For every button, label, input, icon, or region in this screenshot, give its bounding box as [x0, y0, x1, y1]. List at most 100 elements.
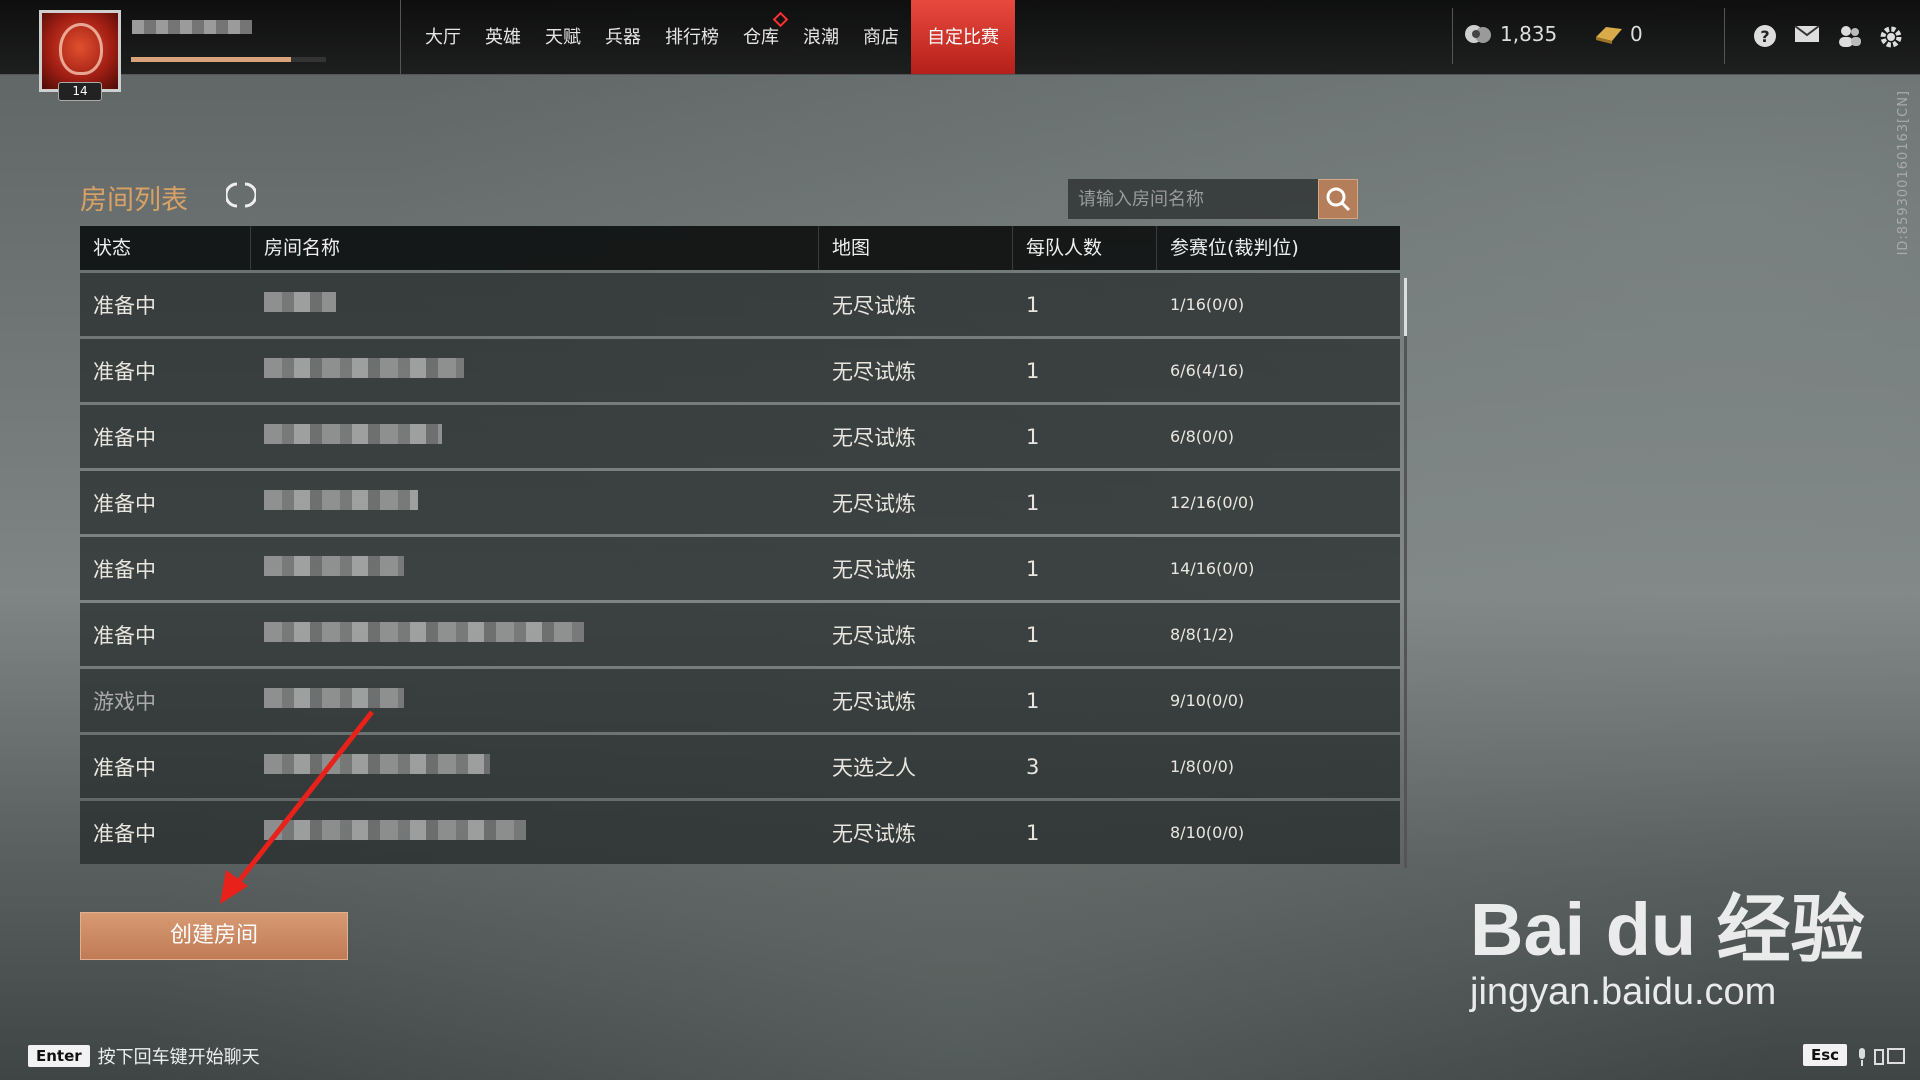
table-scrollbar[interactable] — [1404, 278, 1407, 868]
player-name-blurred — [132, 20, 252, 34]
table-row[interactable]: 准备中 无尽试炼 1 8/10(0/0) — [80, 801, 1400, 864]
table-row[interactable]: 准备中 无尽试炼 1 1/16(0/0) — [80, 273, 1400, 336]
divider — [1452, 8, 1453, 64]
player-id-label: ID:859300160163[CN] — [1896, 90, 1911, 256]
room-status: 准备中 — [93, 359, 156, 384]
table-row[interactable]: 游戏中 无尽试炼 1 9/10(0/0) — [80, 669, 1400, 732]
coin-icon — [1465, 25, 1491, 43]
room-team-size: 1 — [1026, 490, 1040, 515]
room-name — [251, 754, 819, 779]
room-table: 状态 房间名称 地图 每队人数 参赛位(裁判位) 准备中 无尽试炼 1 1/16(0/… — [80, 226, 1400, 864]
room-map: 无尽试炼 — [832, 293, 916, 318]
nav-tab-5[interactable]: 仓库 — [731, 0, 791, 74]
room-name — [251, 688, 819, 713]
room-team-size: 1 — [1026, 622, 1040, 647]
table-row[interactable]: 准备中 无尽试炼 1 6/6(4/16) — [80, 339, 1400, 402]
room-status: 准备中 — [93, 425, 156, 450]
nav-tab-label: 英雄 — [485, 27, 521, 48]
coin-counter: 1,835 — [1464, 22, 1557, 46]
room-name-blurred — [264, 424, 442, 444]
room-name-blurred — [264, 754, 490, 774]
create-room-button[interactable]: 创建房间 — [80, 912, 348, 960]
baidu-watermark: Bai du 经验 jingyan.baidu.com — [1470, 870, 1865, 1014]
room-name — [251, 490, 819, 515]
room-map: 无尽试炼 — [832, 623, 916, 648]
room-search-input[interactable] — [1068, 179, 1308, 219]
nav-tab-6[interactable]: 浪潮 — [791, 0, 851, 74]
xp-bar-fill — [131, 57, 291, 62]
nav-tab-label: 天赋 — [545, 27, 581, 48]
room-status: 准备中 — [93, 491, 156, 516]
player-avatar[interactable] — [39, 10, 121, 92]
room-name-blurred — [264, 556, 404, 576]
svg-text:?: ? — [1760, 27, 1769, 46]
nav-tab-3[interactable]: 兵器 — [593, 0, 653, 74]
column-team-size[interactable]: 每队人数 — [1013, 226, 1157, 270]
room-map: 无尽试炼 — [832, 557, 916, 582]
friends-icon[interactable] — [1836, 24, 1862, 50]
table-row[interactable]: 准备中 无尽试炼 1 12/16(0/0) — [80, 471, 1400, 534]
nav-tab-1[interactable]: 英雄 — [473, 0, 533, 74]
nav-tab-label: 自定比赛 — [927, 27, 999, 48]
baidu-url: jingyan.baidu.com — [1470, 971, 1777, 1013]
top-bar: 14 大厅 英雄 天赋 兵器 排行榜 仓库 浪潮 商店 自定比赛 1,835 0 ? — [0, 0, 1920, 101]
room-name-blurred — [264, 490, 418, 510]
room-map: 无尽试炼 — [832, 425, 916, 450]
room-search — [1068, 179, 1358, 219]
room-name — [251, 292, 819, 317]
room-map: 无尽试炼 — [832, 689, 916, 714]
window-icon — [1874, 1049, 1884, 1065]
gold-counter: 0 — [1594, 22, 1643, 46]
room-team-size: 1 — [1026, 556, 1040, 581]
room-map: 无尽试炼 — [832, 821, 916, 846]
room-slots: 8/8(1/2) — [1170, 625, 1234, 644]
column-status[interactable]: 状态 — [80, 226, 251, 270]
table-row[interactable]: 准备中 无尽试炼 1 6/8(0/0) — [80, 405, 1400, 468]
column-room-name[interactable]: 房间名称 — [251, 226, 819, 270]
column-slots[interactable]: 参赛位(裁判位) — [1157, 226, 1400, 270]
microphone-icon — [1859, 1048, 1865, 1059]
room-map: 无尽试炼 — [832, 359, 916, 384]
chat-hint-text: 按下回车键开始聊天 — [97, 1047, 260, 1068]
refresh-icon[interactable] — [224, 180, 258, 210]
room-team-size: 1 — [1026, 688, 1040, 713]
nav-tab-label: 排行榜 — [665, 27, 719, 48]
main-nav: 大厅 英雄 天赋 兵器 排行榜 仓库 浪潮 商店 自定比赛 — [400, 0, 1015, 74]
esc-key-button[interactable]: Esc — [1803, 1044, 1855, 1066]
room-status: 准备中 — [93, 623, 156, 648]
room-team-size: 1 — [1026, 424, 1040, 449]
room-name-blurred — [264, 688, 404, 708]
column-map[interactable]: 地图 — [819, 226, 1013, 270]
bottom-status-icons — [1855, 1046, 1907, 1072]
room-slots: 14/16(0/0) — [1170, 559, 1255, 578]
room-name — [251, 424, 819, 449]
settings-gear-icon[interactable] — [1878, 24, 1904, 50]
room-status: 游戏中 — [93, 689, 156, 714]
room-name-blurred — [264, 622, 584, 642]
nav-tab-8[interactable]: 自定比赛 — [911, 0, 1015, 74]
scrollbar-thumb[interactable] — [1404, 278, 1407, 336]
room-name-blurred — [264, 820, 526, 840]
nav-tab-0[interactable]: 大厅 — [413, 0, 473, 74]
nav-tab-7[interactable]: 商店 — [851, 0, 911, 74]
enter-key-badge: Enter — [28, 1045, 90, 1067]
nav-tab-label: 商店 — [863, 27, 899, 48]
level-badge: 14 — [58, 82, 102, 101]
divider — [1724, 8, 1725, 64]
table-row[interactable]: 准备中 无尽试炼 1 8/8(1/2) — [80, 603, 1400, 666]
table-row[interactable]: 准备中 天选之人 3 1/8(0/0) — [80, 735, 1400, 798]
nav-tab-label: 兵器 — [605, 27, 641, 48]
help-icon[interactable]: ? — [1752, 24, 1778, 50]
table-header: 状态 房间名称 地图 每队人数 参赛位(裁判位) — [80, 226, 1400, 270]
mail-icon[interactable] — [1794, 24, 1820, 50]
room-slots: 8/10(0/0) — [1170, 823, 1245, 842]
room-slots: 6/6(4/16) — [1170, 361, 1245, 380]
notification-diamond-icon — [772, 11, 789, 28]
search-button[interactable] — [1318, 179, 1358, 219]
nav-tab-4[interactable]: 排行榜 — [653, 0, 731, 74]
room-status: 准备中 — [93, 821, 156, 846]
table-row[interactable]: 准备中 无尽试炼 1 14/16(0/0) — [80, 537, 1400, 600]
room-map: 无尽试炼 — [832, 491, 916, 516]
screen-icon — [1887, 1048, 1905, 1064]
nav-tab-2[interactable]: 天赋 — [533, 0, 593, 74]
